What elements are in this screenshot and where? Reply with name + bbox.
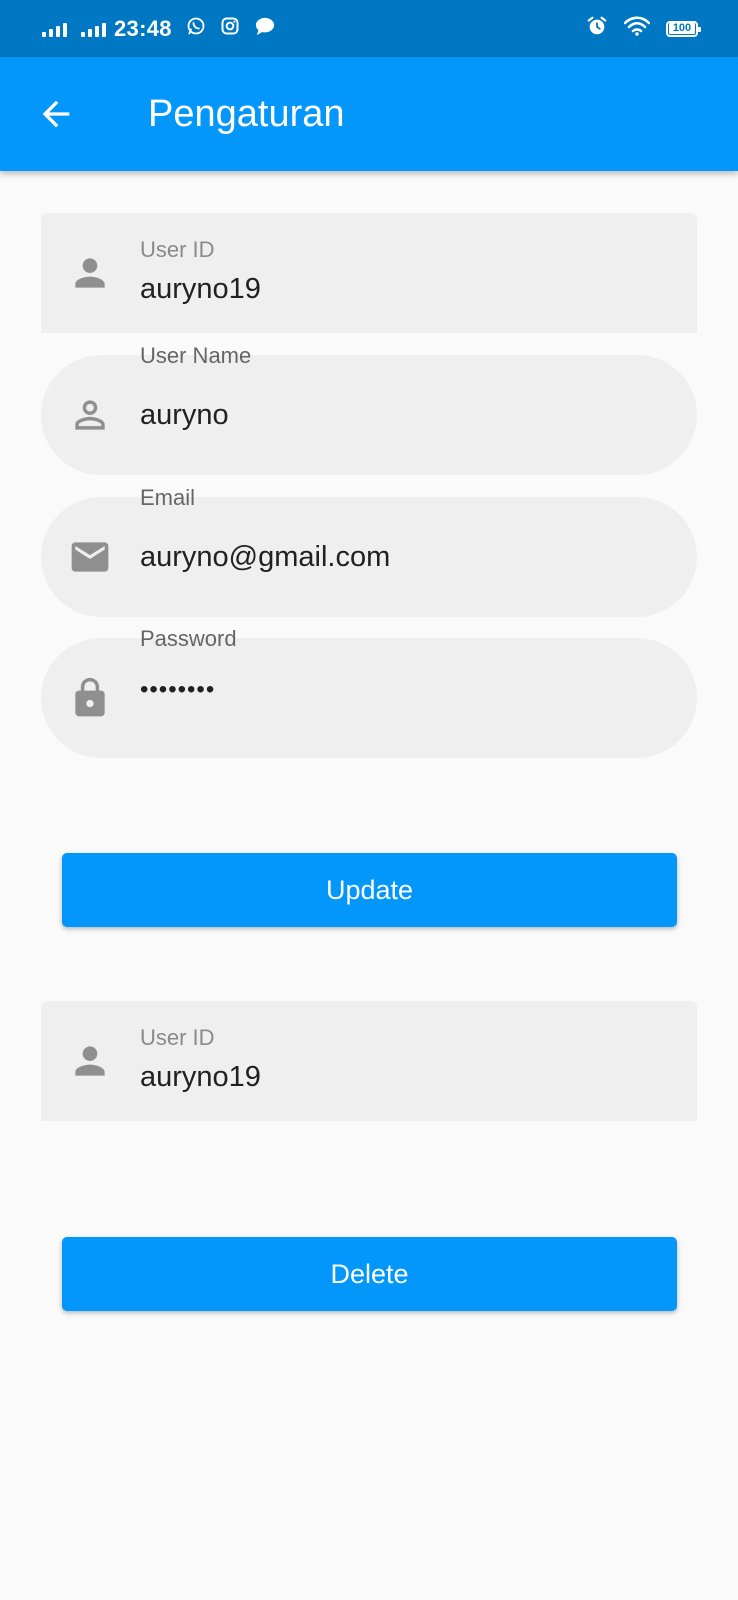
user-name-label: User Name: [140, 343, 252, 368]
back-button[interactable]: [26, 84, 86, 144]
user-id-label: User ID: [140, 237, 215, 262]
email-field[interactable]: auryno@gmail.com: [41, 497, 697, 617]
user-name-value: auryno: [140, 399, 229, 431]
delete-user-id-field[interactable]: User ID auryno19: [41, 1001, 697, 1121]
status-left: 23:48: [42, 0, 276, 57]
email-label: Email: [140, 485, 196, 510]
email-value: auryno@gmail.com: [140, 541, 391, 573]
lock-icon: [75, 677, 105, 717]
app-bar: Pengaturan: [0, 57, 738, 171]
wifi-icon: [623, 16, 651, 41]
page-title: Pengaturan: [148, 93, 345, 135]
user-id-field[interactable]: User ID auryno19: [41, 213, 697, 333]
person-icon: [75, 258, 105, 288]
update-button[interactable]: Update: [62, 853, 677, 927]
delete-user-id-value: auryno19: [140, 1061, 261, 1093]
delete-button[interactable]: Delete: [62, 1237, 677, 1311]
delete-user-id-label: User ID: [140, 1025, 215, 1050]
status-time: 23:48: [114, 15, 172, 41]
battery-level: 100: [669, 23, 695, 34]
password-field[interactable]: ••••••••: [41, 638, 697, 758]
alarm-icon: [586, 15, 608, 42]
status-bar: 23:48 100: [0, 0, 738, 57]
signal-icon: [42, 21, 67, 37]
password-label: Password: [140, 626, 237, 651]
person-icon: [75, 1046, 105, 1076]
signal-icon: [81, 21, 106, 37]
battery-icon: 100: [666, 20, 701, 37]
status-right: 100: [586, 0, 701, 57]
mail-icon: [71, 542, 109, 572]
arrow-back-icon: [42, 100, 70, 128]
person-outline-icon: [75, 400, 105, 430]
instagram-icon: [220, 16, 240, 41]
whatsapp-icon: [186, 16, 206, 41]
user-id-value: auryno19: [140, 273, 261, 305]
user-name-field[interactable]: auryno: [41, 355, 697, 475]
password-value: ••••••••: [140, 676, 216, 703]
message-icon: [254, 16, 276, 41]
